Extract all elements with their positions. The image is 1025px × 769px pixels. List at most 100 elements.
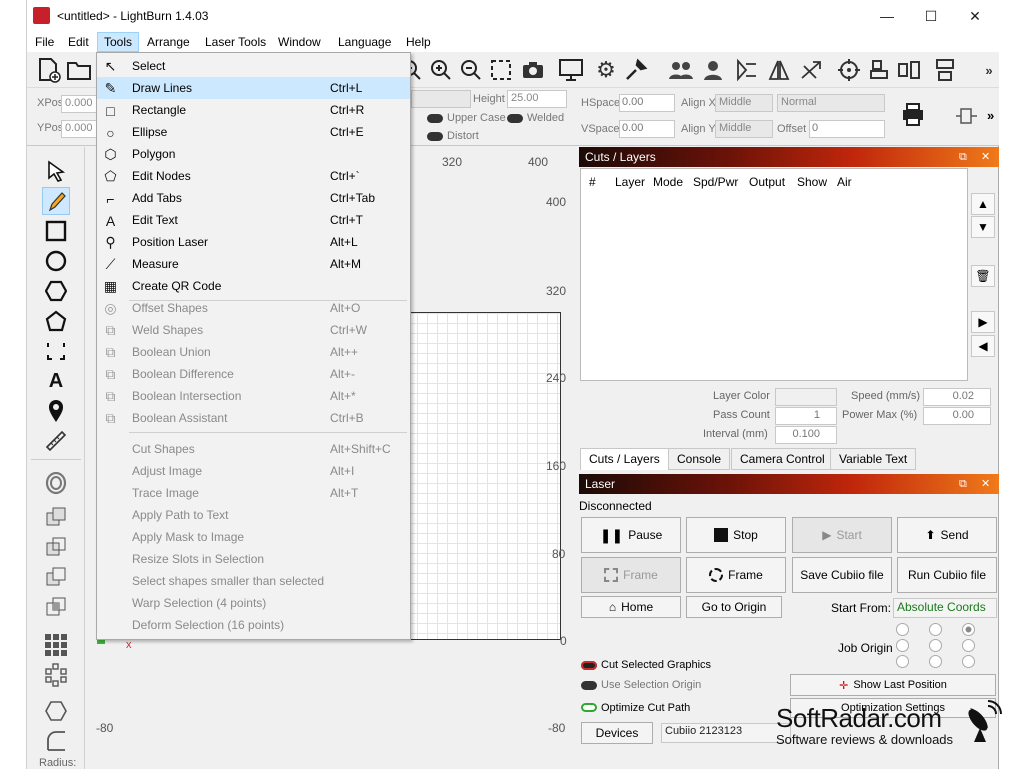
- move-layer-up-button[interactable]: ▲: [971, 193, 995, 215]
- new-file-icon[interactable]: [35, 56, 63, 84]
- boolean-difference-tool-icon[interactable]: [42, 563, 70, 591]
- polygon-tool-icon[interactable]: [42, 277, 70, 305]
- cuts-layers-table[interactable]: # Layer Mode Spd/Pwr Output Show Air: [580, 168, 968, 381]
- job-origin-radio[interactable]: [962, 639, 975, 652]
- menu-tools[interactable]: Tools: [97, 32, 140, 52]
- align-x-select[interactable]: Middle: [715, 94, 773, 112]
- corner-radius-tool-icon[interactable]: [42, 727, 70, 755]
- zoom-selection-icon[interactable]: [487, 56, 515, 84]
- laser-panel-close-icon[interactable]: ✕: [981, 474, 990, 494]
- frame-rect-button[interactable]: Frame: [581, 557, 681, 593]
- maximize-button[interactable]: ☐: [921, 6, 941, 26]
- distort-toggle[interactable]: [427, 132, 443, 141]
- hspace-field[interactable]: 0.00: [619, 94, 675, 112]
- job-origin-radio[interactable]: [929, 639, 942, 652]
- xpos-field[interactable]: 0.000: [61, 95, 97, 113]
- menu-item-edit-text[interactable]: A Edit Text Ctrl+T: [97, 209, 410, 231]
- offset-shapes-tool-icon[interactable]: [42, 469, 70, 497]
- job-origin-radio[interactable]: [962, 655, 975, 668]
- menu-arrange[interactable]: Arrange: [141, 32, 196, 52]
- move-layer-down-button[interactable]: ▼: [971, 216, 995, 238]
- job-origin-radio[interactable]: [929, 623, 942, 636]
- device-settings-icon[interactable]: [622, 56, 650, 84]
- home-button[interactable]: ⌂ Home: [581, 596, 681, 618]
- menu-item-boolean-assistant[interactable]: ⧉ Boolean Assistant Ctrl+B: [97, 407, 410, 429]
- menu-item-edit-nodes[interactable]: ⬠ Edit Nodes Ctrl+`: [97, 165, 410, 187]
- select-tool-icon[interactable]: [42, 157, 70, 185]
- menu-edit[interactable]: Edit: [62, 32, 95, 52]
- align-bottom-icon[interactable]: [865, 56, 893, 84]
- boolean-union-tool-icon[interactable]: [42, 533, 70, 561]
- close-button[interactable]: ✕: [965, 6, 985, 26]
- power-max-field[interactable]: 0.00: [923, 407, 991, 425]
- panel-close-icon[interactable]: ✕: [981, 147, 990, 167]
- distribute-horizontal-icon[interactable]: [895, 56, 923, 84]
- welded-toggle[interactable]: [507, 114, 523, 123]
- vspace-field[interactable]: 0.00: [619, 120, 675, 138]
- layer-color-swatch[interactable]: [775, 388, 837, 406]
- menu-item-boolean-difference[interactable]: ⧉ Boolean Difference Alt+-: [97, 363, 410, 385]
- delete-layer-icon[interactable]: 🗑: [971, 265, 995, 287]
- rectangle-tool-icon[interactable]: [42, 217, 70, 245]
- laser-panel-float-icon[interactable]: ⧉: [959, 474, 967, 494]
- distribute-vertical-icon[interactable]: [931, 56, 959, 84]
- weld-shapes-tool-icon[interactable]: [42, 503, 70, 531]
- align-y-select[interactable]: Middle: [715, 120, 773, 138]
- save-cubiio-file-button[interactable]: Save Cubiio file: [792, 557, 892, 593]
- layer-prev-button[interactable]: ◀: [971, 335, 995, 357]
- edit-nodes-tool-icon[interactable]: [42, 307, 70, 335]
- go-to-origin-button[interactable]: Go to Origin: [686, 596, 782, 618]
- menu-item-apply-path-to-text[interactable]: Apply Path to Text: [97, 504, 410, 526]
- ellipse-tool-icon[interactable]: [42, 247, 70, 275]
- polygon-shape-tool-icon[interactable]: [42, 697, 70, 725]
- menu-item-deform-selection-16-points[interactable]: Deform Selection (16 points): [97, 614, 410, 636]
- menu-item-offset-shapes[interactable]: ◎ Offset Shapes Alt+O: [97, 297, 410, 319]
- job-origin-radio[interactable]: [896, 655, 909, 668]
- start-from-select[interactable]: Absolute Coords: [893, 598, 997, 618]
- menu-language[interactable]: Language: [332, 32, 397, 52]
- group-icon[interactable]: [667, 56, 695, 84]
- settings-gears-icon[interactable]: ⚙: [592, 56, 620, 84]
- menu-item-boolean-intersection[interactable]: ⧉ Boolean Intersection Alt+*: [97, 385, 410, 407]
- offset-field[interactable]: 0: [809, 120, 885, 138]
- menu-item-cut-shapes[interactable]: Cut Shapes Alt+Shift+C: [97, 438, 410, 460]
- tab-cuts-layers[interactable]: Cuts / Layers: [580, 448, 669, 470]
- stop-button[interactable]: Stop: [686, 517, 786, 553]
- ypos-field[interactable]: 0.000: [61, 120, 97, 138]
- circular-array-tool-icon[interactable]: [42, 661, 70, 689]
- minimize-button[interactable]: —: [877, 6, 897, 26]
- menu-file[interactable]: File: [29, 32, 60, 52]
- use-selection-origin-toggle[interactable]: [581, 681, 597, 690]
- frame-circle-button[interactable]: Frame: [686, 557, 786, 593]
- job-origin-radio-selected[interactable]: [962, 623, 975, 636]
- menu-help[interactable]: Help: [400, 32, 437, 52]
- menu-laser-tools[interactable]: Laser Tools: [199, 32, 272, 52]
- zoom-in-icon-2[interactable]: [427, 56, 455, 84]
- menu-window[interactable]: Window: [272, 32, 327, 52]
- tab-camera-control[interactable]: Camera Control: [731, 448, 834, 470]
- menu-item-adjust-image[interactable]: Adjust Image Alt+I: [97, 460, 410, 482]
- text-tool-icon[interactable]: A: [42, 367, 70, 395]
- layer-next-button[interactable]: ▶: [971, 311, 995, 333]
- menu-item-ellipse[interactable]: ○ Ellipse Ctrl+E: [97, 121, 410, 143]
- menu-item-resize-slots-in-selection[interactable]: Resize Slots in Selection: [97, 548, 410, 570]
- monitor-icon[interactable]: [557, 56, 585, 84]
- upper-case-toggle[interactable]: [427, 114, 443, 123]
- panel-resize-icon[interactable]: [955, 106, 979, 129]
- tab-console[interactable]: Console: [668, 448, 731, 470]
- menu-item-draw-lines[interactable]: ✎ Draw Lines Ctrl+L: [97, 77, 410, 99]
- menu-item-trace-image[interactable]: Trace Image Alt+T: [97, 482, 410, 504]
- interval-field[interactable]: 0.100: [775, 426, 837, 444]
- send-button[interactable]: ⬆ Send: [897, 517, 997, 553]
- menu-item-apply-mask-to-image[interactable]: Apply Mask to Image: [97, 526, 410, 548]
- menu-item-add-tabs[interactable]: ⌐ Add Tabs Ctrl+Tab: [97, 187, 410, 209]
- position-laser-tool-icon[interactable]: [42, 397, 70, 425]
- speed-field[interactable]: 0.02: [923, 388, 991, 406]
- zoom-out-icon[interactable]: [457, 56, 485, 84]
- ungroup-icon[interactable]: [699, 56, 727, 84]
- menu-item-position-laser[interactable]: ⚲ Position Laser Alt+L: [97, 231, 410, 253]
- printer-icon[interactable]: [899, 100, 927, 131]
- job-origin-radio[interactable]: [929, 655, 942, 668]
- menu-item-measure[interactable]: ⟋ Measure Alt+M: [97, 253, 410, 275]
- job-origin-radio[interactable]: [896, 639, 909, 652]
